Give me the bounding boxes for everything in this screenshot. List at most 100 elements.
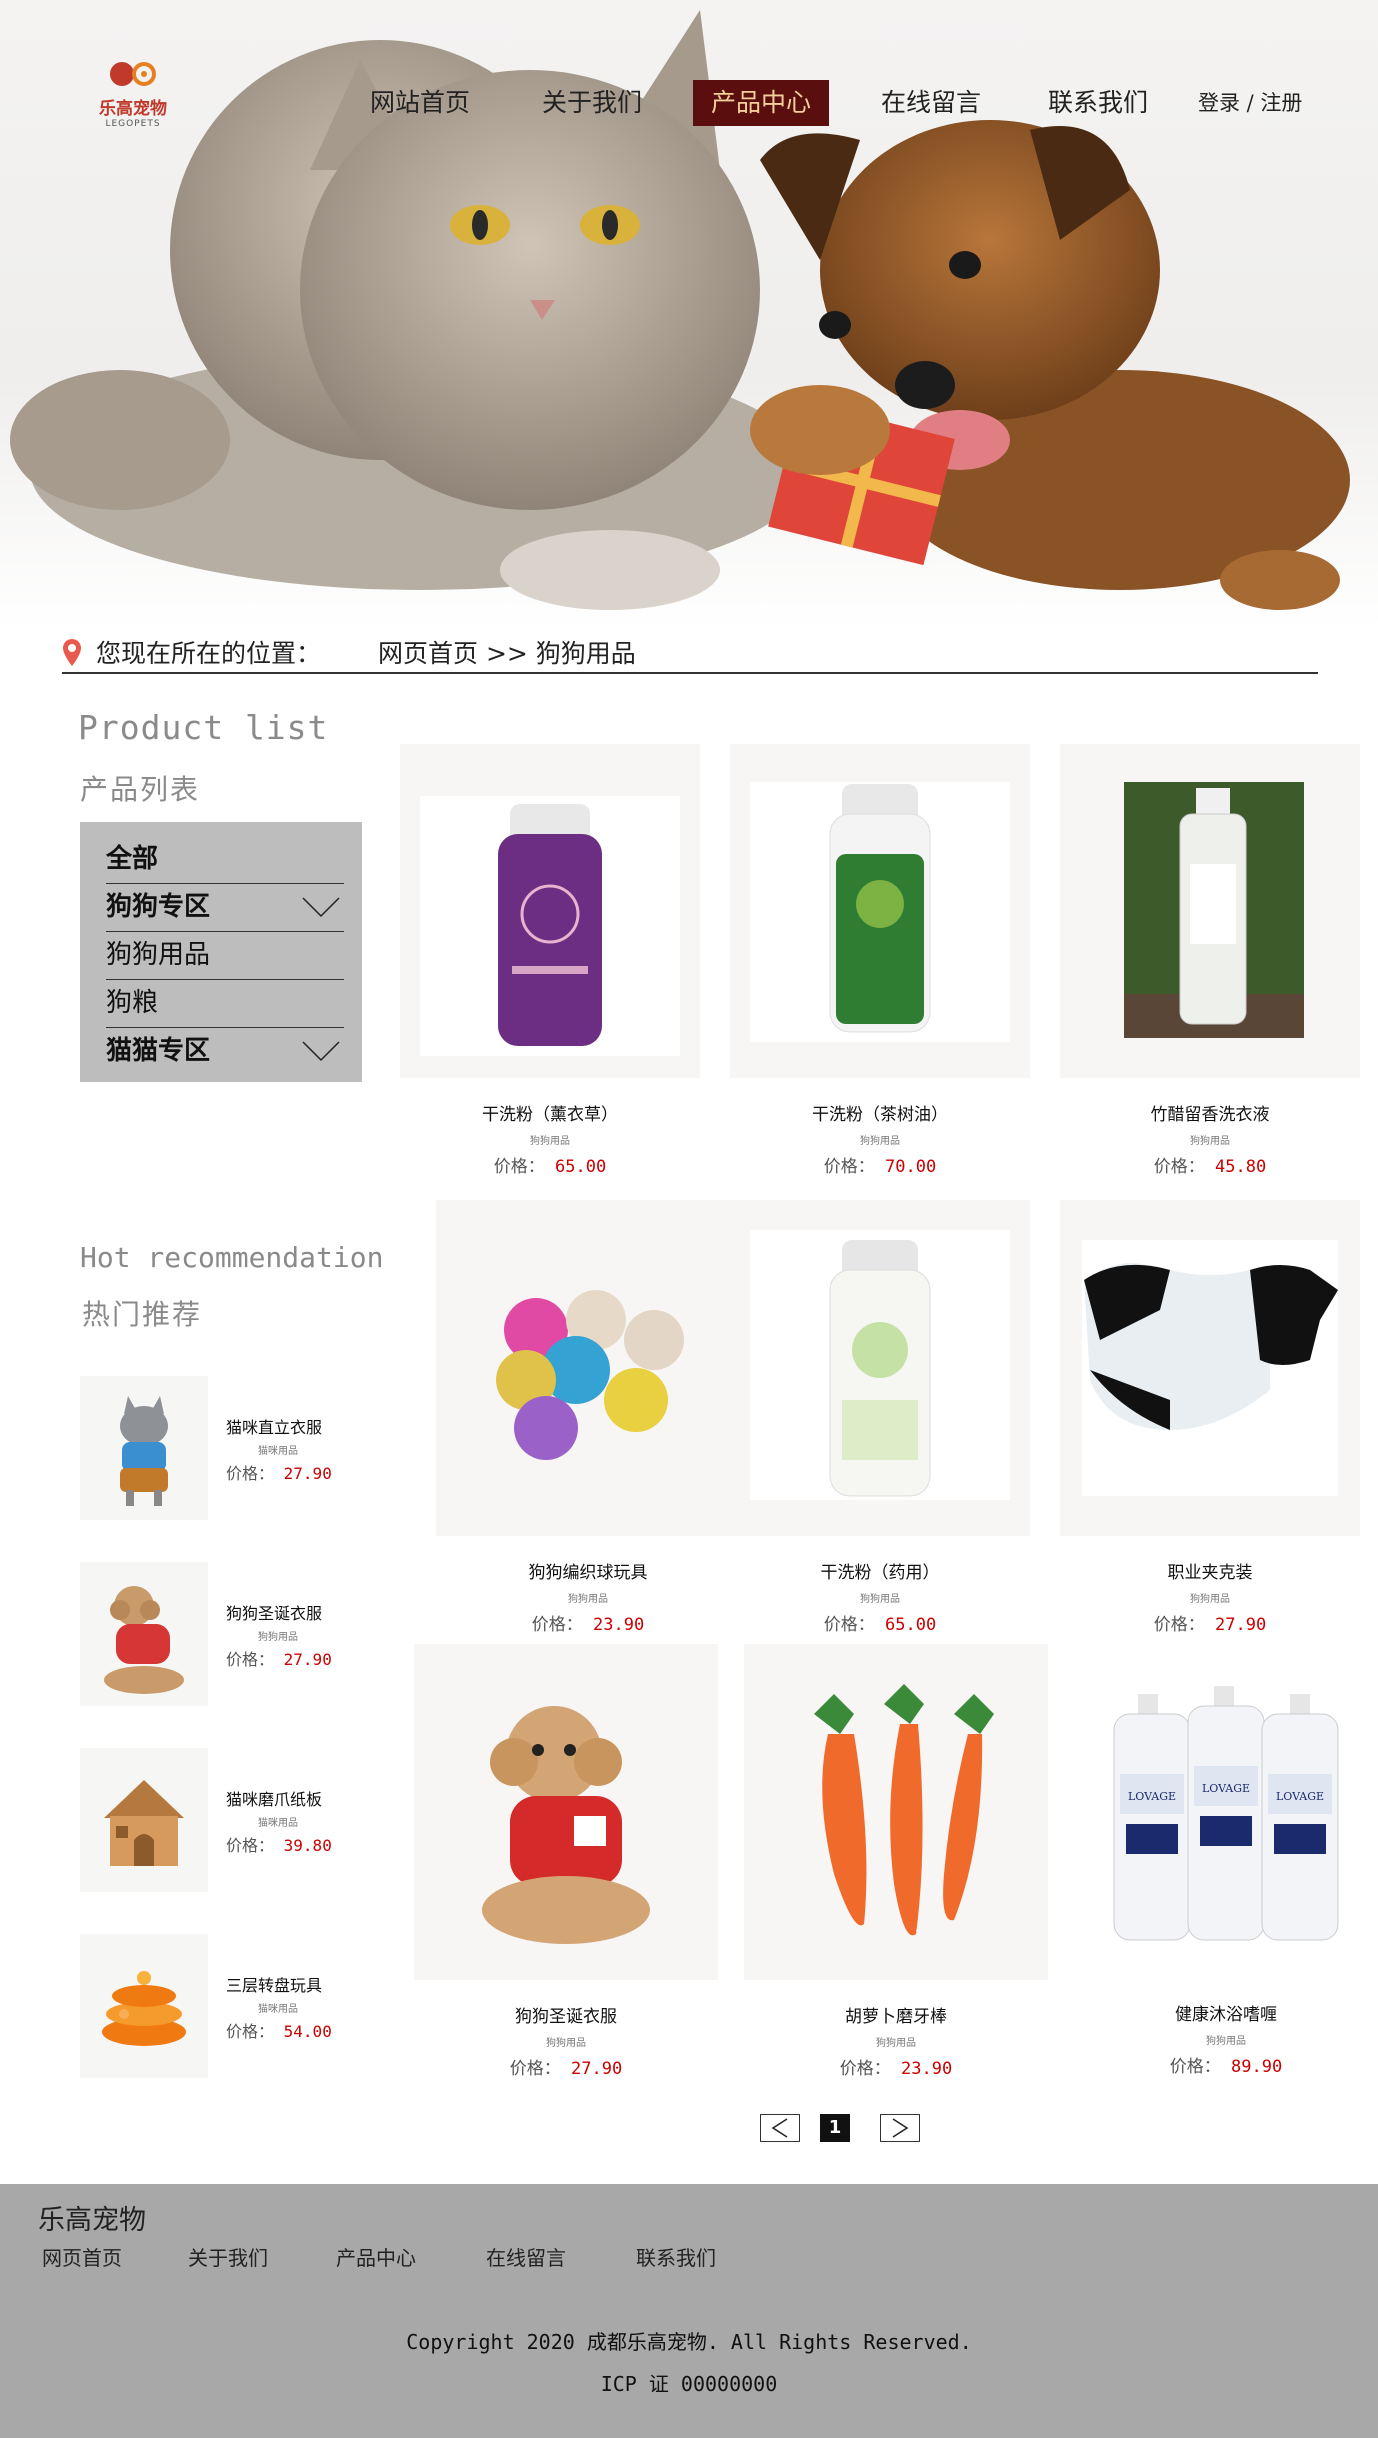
hot-item-image [80,1376,208,1520]
hot-item-name: 三层转盘玩具 [226,1976,323,1995]
product-price: 价格： 45.80 [1153,1157,1267,1177]
hot-item-image [80,1934,208,2078]
category-all[interactable]: 全部 [106,836,344,884]
hot-item[interactable]: 狗狗圣诞衣服 狗狗用品 价格： 27.90 [80,1562,370,1706]
product-category: 狗狗用品 [860,1136,900,1147]
product-price: 价格： 23.90 [839,2059,953,2079]
product-image [400,744,700,1078]
product-image [436,1200,740,1536]
category-cat-zone[interactable]: 猫猫专区 [106,1028,344,1076]
icp-license-text: ICP 证 00000000 [600,2372,778,2396]
product-category: 狗狗用品 [568,1594,608,1605]
hot-recommendation-title-en: Hot recommendation [80,1241,384,1274]
login-register-link[interactable]: 登录 / 注册 [1198,87,1302,117]
hot-item-category: 猫咪用品 [258,2004,298,2015]
hot-item-category: 狗狗用品 [258,1632,298,1643]
hot-item[interactable]: 猫咪磨爪纸板 猫咪用品 价格： 39.80 [80,1748,370,1892]
hot-item-name: 狗狗圣诞衣服 [226,1604,323,1623]
hot-item-name: 猫咪磨爪纸板 [226,1790,323,1809]
product-card[interactable]: 胡萝卜磨牙棒 狗狗用品 价格： 23.90 [744,1644,1048,2084]
product-name: 狗狗编织球玩具 [528,1563,648,1583]
product-category: 狗狗用品 [546,2038,586,2049]
prev-page-button[interactable] [760,2114,800,2142]
product-name: 职业夹克装 [1167,1563,1253,1583]
footer-nav-home[interactable]: 网页首页 [42,2242,122,2271]
product-name: 干洗粉（薰衣草） [482,1105,618,1125]
product-category: 狗狗用品 [530,1136,570,1147]
product-price: 价格： 65.00 [823,1615,937,1635]
nav-message[interactable]: 在线留言 [881,80,981,126]
lovage-label-text: LOVAGE [1276,1790,1324,1803]
category-label: 全部 [106,844,159,874]
product-name: 狗狗圣诞衣服 [515,2007,617,2027]
logo-icon [110,62,156,86]
footer: 乐高宠物 网页首页 关于我们 产品中心 在线留言 联系我们 Copyright … [0,2184,1378,2438]
lovage-label-text: LOVAGE [1128,1790,1176,1803]
chevron-down-icon [302,1041,340,1062]
product-card[interactable]: 狗狗编织球玩具 狗狗用品 价格： 23.90 [436,1200,740,1640]
product-card[interactable]: 干洗粉（药用） 狗狗用品 价格： 65.00 [730,1200,1030,1640]
product-price: 价格： 27.90 [1153,1615,1267,1635]
footer-nav-message[interactable]: 在线留言 [486,2242,566,2271]
product-image: LOVAGE LOVAGE LOVAGE [1074,1644,1378,1980]
product-category: 狗狗用品 [876,2038,916,2049]
hot-item-price: 价格： 27.90 [226,1650,332,1669]
category-dog-food[interactable]: 狗粮 [106,980,344,1028]
footer-nav-contact[interactable]: 联系我们 [636,2242,716,2271]
product-price: 价格： 27.90 [509,2059,623,2079]
product-category: 狗狗用品 [860,1594,900,1605]
product-name: 干洗粉（茶树油） [812,1105,948,1125]
category-dog-zone[interactable]: 狗狗专区 [106,884,344,932]
product-card[interactable]: 竹醋留香洗衣液 狗狗用品 价格： 45.80 [1060,744,1360,1184]
chevron-right-icon [892,2118,909,2138]
logo[interactable]: 乐高宠物 LEGOPETS [88,58,178,129]
hot-item-price: 价格： 27.90 [226,1464,332,1483]
product-image [414,1644,718,1980]
hot-item[interactable]: 猫咪直立衣服 猫咪用品 价格： 27.90 [80,1376,370,1520]
nav-home[interactable]: 网站首页 [370,80,470,126]
category-menu: 全部 狗狗专区 狗狗用品 狗粮 猫猫专区 [80,822,362,1082]
product-card[interactable]: LOVAGE LOVAGE LOVAGE 健康沐浴嗜喱 狗狗用品 价格： 89.… [1074,1644,1378,2084]
category-dog-supplies[interactable]: 狗狗用品 [106,932,344,980]
breadcrumb: 您现在所在的位置： 网页首页 >> 狗狗用品 [62,632,1318,674]
hot-item-price: 价格： 39.80 [226,1836,332,1855]
category-label: 狗狗用品 [106,940,211,970]
product-list-title-en: Product list [78,708,329,747]
lovage-label-text: LOVAGE [1202,1782,1250,1795]
hot-item-category: 猫咪用品 [258,1818,298,1829]
breadcrumb-path[interactable]: 网页首页 >> 狗狗用品 [378,634,636,670]
product-category: 狗狗用品 [1206,2036,1246,2047]
hot-item-category: 猫咪用品 [258,1446,298,1457]
product-category: 狗狗用品 [1190,1594,1230,1605]
product-name: 健康沐浴嗜喱 [1175,2005,1277,2025]
hot-item-price: 价格： 54.00 [226,2022,332,2041]
category-label: 猫猫专区 [106,1036,211,1066]
hot-item[interactable]: 三层转盘玩具 猫咪用品 价格： 54.00 [80,1934,370,2078]
page-number[interactable]: 1 [820,2114,850,2142]
product-card[interactable]: 干洗粉（薰衣草） 狗狗用品 价格： 65.00 [400,744,700,1184]
product-name: 胡萝卜磨牙棒 [845,2007,947,2027]
nav-products[interactable]: 产品中心 [693,80,830,126]
nav-contact[interactable]: 联系我们 [1048,80,1148,126]
product-card[interactable]: 干洗粉（茶树油） 狗狗用品 价格： 70.00 [730,744,1030,1184]
hero-banner: 乐高宠物 LEGOPETS 网站首页 关于我们 产品中心 在线留言 联系我们 登… [0,0,1378,628]
product-card[interactable]: 职业夹克装 狗狗用品 价格： 27.90 [1060,1200,1360,1640]
product-name: 竹醋留香洗衣液 [1150,1105,1270,1125]
copyright-text: Copyright 2020 成都乐高宠物. All Rights Reserv… [406,2330,972,2354]
product-image [730,744,1030,1078]
hot-item-image [80,1562,208,1706]
nav-about[interactable]: 关于我们 [542,80,642,126]
category-label: 狗粮 [106,988,159,1018]
product-image [744,1644,1048,1980]
hero-cat-dog-image [10,10,1350,610]
next-page-button[interactable] [880,2114,920,2142]
location-pin-icon [63,639,81,666]
product-category: 狗狗用品 [1190,1136,1230,1147]
product-card[interactable]: 狗狗圣诞衣服 狗狗用品 价格： 27.90 [414,1644,718,2084]
footer-nav-about[interactable]: 关于我们 [188,2242,268,2271]
footer-brand: 乐高宠物 [38,2205,146,2236]
product-list-title-cn: 产品列表 [80,773,201,806]
footer-nav-products[interactable]: 产品中心 [336,2242,416,2271]
product-image [1060,1200,1360,1536]
product-price: 价格： 89.90 [1169,2057,1283,2077]
